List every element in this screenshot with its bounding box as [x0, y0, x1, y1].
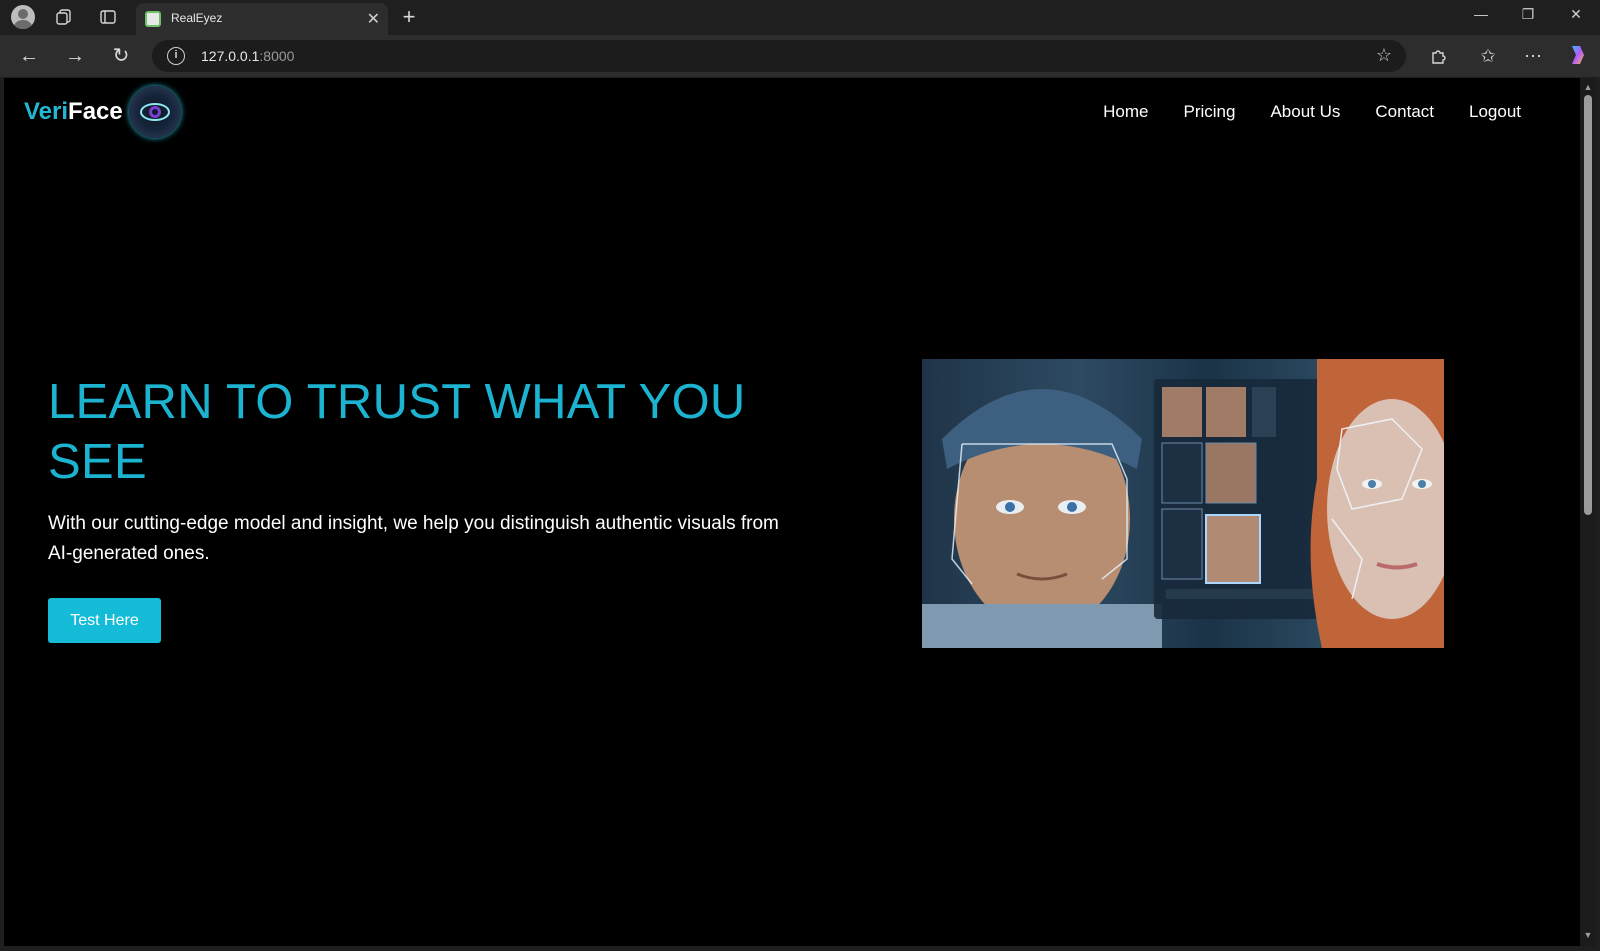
url-port: :8000 — [259, 48, 295, 64]
address-bar[interactable]: i 127.0.0.1:8000 ☆ — [152, 40, 1406, 72]
browser-tab-bar: RealEyez ✕ + — ❐ ✕ — [0, 0, 1600, 35]
nav-pricing[interactable]: Pricing — [1184, 102, 1236, 122]
url-text[interactable]: 127.0.0.1:8000 — [201, 48, 294, 64]
logo-face: Face — [68, 98, 123, 125]
forward-icon[interactable]: → — [63, 44, 87, 68]
more-icon[interactable]: ⋯ — [1521, 44, 1545, 68]
nav-about-us[interactable]: About Us — [1270, 102, 1340, 122]
close-icon[interactable]: ✕ — [367, 9, 380, 29]
minimize-icon[interactable]: — — [1466, 6, 1496, 22]
copilot-icon[interactable] — [1566, 43, 1590, 67]
eye-logo-icon — [128, 86, 181, 138]
browser-toolbar: ← → ↻ i 127.0.0.1:8000 ☆ ✩ ⋯ — [0, 35, 1600, 77]
tab-actions-icon[interactable] — [96, 5, 120, 29]
scroll-down-arrow[interactable]: ▼ — [1582, 930, 1594, 942]
hero-title: LEARN TO TRUST WHAT YOU SEE — [48, 375, 746, 489]
refresh-icon[interactable]: ↻ — [109, 44, 133, 68]
url-host: 127.0.0.1 — [201, 48, 260, 64]
page-scrollbar[interactable]: ▲ ▼ — [1580, 78, 1596, 946]
favicon — [145, 11, 161, 27]
nav-logout[interactable]: Logout — [1469, 102, 1521, 122]
logo-wordmark: VeriFace — [24, 98, 123, 126]
back-icon[interactable]: ← — [17, 44, 41, 68]
scroll-up-arrow[interactable]: ▲ — [1582, 82, 1594, 94]
tab-title: RealEyez — [171, 11, 223, 25]
main-nav: Home Pricing About Us Contact Logout — [1103, 102, 1521, 122]
scroll-thumb[interactable] — [1584, 95, 1592, 515]
profile-icon[interactable] — [11, 5, 35, 29]
hero-subtitle: With our cutting-edge model and insight,… — [48, 513, 779, 564]
nav-home[interactable]: Home — [1103, 102, 1148, 122]
hero-image — [922, 359, 1444, 648]
workspaces-icon[interactable] — [52, 5, 76, 29]
restore-icon[interactable]: ❐ — [1513, 6, 1543, 23]
favorite-star-icon[interactable]: ☆ — [1376, 45, 1392, 66]
extensions-icon[interactable] — [1426, 44, 1450, 68]
nav-contact[interactable]: Contact — [1375, 102, 1434, 122]
info-icon[interactable]: i — [167, 47, 185, 65]
window-close-icon[interactable]: ✕ — [1561, 6, 1591, 23]
new-tab-icon[interactable]: + — [397, 5, 421, 29]
browser-tab[interactable]: RealEyez ✕ — [136, 3, 388, 35]
logo-veri: Veri — [24, 98, 69, 125]
favorites-icon[interactable]: ✩ — [1476, 44, 1500, 68]
site-logo[interactable]: VeriFace — [24, 86, 181, 138]
page-viewport: VeriFace Home Pricing About Us Contact L… — [4, 78, 1580, 946]
test-here-button[interactable]: Test Here — [48, 598, 161, 643]
